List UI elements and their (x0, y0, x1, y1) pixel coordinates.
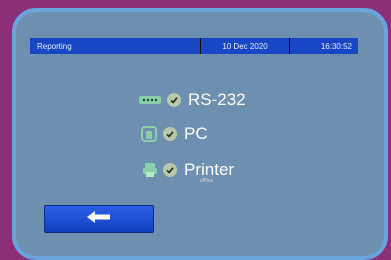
screen-title: Reporting (30, 38, 201, 54)
check-icon (163, 163, 177, 177)
status-bar: Reporting 10 Dec 2020 16:30:52 (30, 38, 358, 54)
check-icon (163, 127, 177, 141)
time-display: 16:30:52 (320, 41, 352, 51)
device-label-printer: Printer (184, 160, 235, 179)
printer-icon (142, 162, 158, 178)
check-icon (167, 93, 181, 107)
printer-status-text: offline (200, 178, 214, 184)
arrow-left-icon (86, 210, 112, 229)
back-button[interactable] (44, 205, 154, 233)
device-row-rs232: RS-232 (138, 90, 246, 110)
device-label-pc: PC (184, 124, 208, 143)
device-row-pc: PC (140, 124, 208, 144)
date-display: 10 Dec 2020 (201, 38, 290, 54)
device-label-rs232: RS-232 (188, 90, 246, 109)
device-row-printer: Printer (142, 160, 234, 180)
pc-port-icon (140, 125, 158, 143)
serial-port-icon (138, 94, 162, 106)
